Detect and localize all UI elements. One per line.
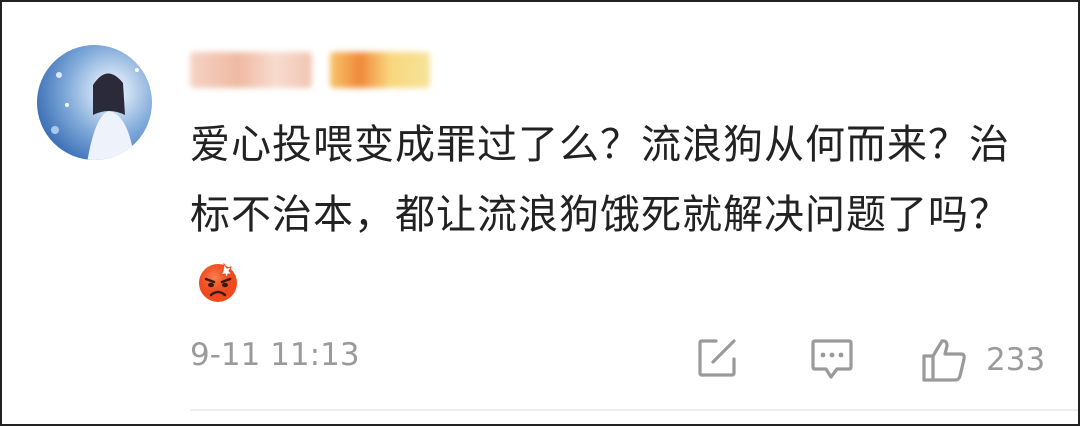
thumbs-up-icon — [922, 339, 966, 382]
comment-timestamp: 9-11 11:13 — [190, 337, 360, 373]
comment-body: 爱心投喂变成罪过了么？流浪狗从何而来？治标不治本，都让流浪狗饿死就解决问题了吗？ — [190, 110, 1030, 320]
user-badge-blur — [330, 52, 430, 88]
reply-button[interactable] — [810, 337, 854, 387]
like-count: 233 — [986, 342, 1046, 378]
angry-face-emoji-icon — [196, 256, 240, 302]
avatar-image — [51, 68, 139, 160]
like-button[interactable]: 233 — [920, 337, 1045, 383]
avatar[interactable] — [37, 45, 152, 160]
username-blur — [190, 52, 312, 88]
comment-text: 爱心投喂变成罪过了么？流浪狗从何而来？治标不治本，都让流浪狗饿死就解决问题了吗？ — [190, 122, 1010, 238]
reply-icon — [811, 339, 853, 379]
share-button[interactable] — [696, 337, 738, 383]
username-redacted[interactable] — [190, 48, 435, 92]
divider — [190, 409, 1078, 411]
share-icon — [698, 339, 736, 377]
comment-card: 爱心投喂变成罪过了么？流浪狗从何而来？治标不治本，都让流浪狗饿死就解决问题了吗？… — [0, 0, 1080, 426]
